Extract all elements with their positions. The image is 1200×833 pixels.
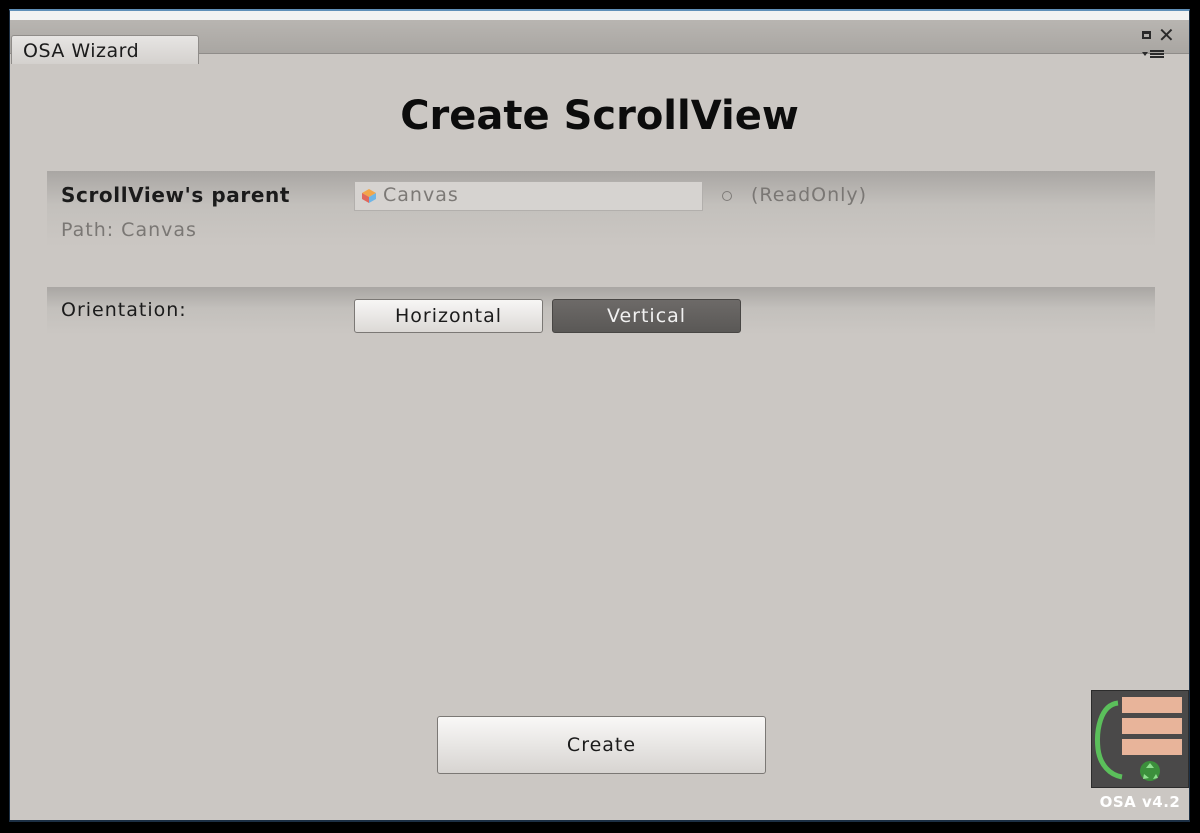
maximize-icon[interactable] <box>1142 31 1151 39</box>
window-menu-icon[interactable] <box>1142 49 1172 59</box>
gameobject-icon <box>362 189 376 203</box>
create-button[interactable]: Create <box>437 716 766 774</box>
osa-logo-icon <box>1091 690 1189 788</box>
parent-label: ScrollView's parent <box>61 183 291 207</box>
orientation-label: Orientation: <box>61 299 187 321</box>
parent-path: Path: Canvas <box>61 219 197 241</box>
orientation-vertical-button[interactable]: Vertical <box>552 299 741 333</box>
orientation-section: Orientation: Horizontal Vertical <box>47 287 1155 335</box>
object-picker-icon[interactable] <box>722 191 732 201</box>
window-controls: ✕ <box>1140 25 1180 61</box>
readonly-note: (ReadOnly) <box>751 184 868 206</box>
page-title: Create ScrollView <box>400 93 799 139</box>
tab-osa-wizard[interactable]: OSA Wizard <box>11 35 199 64</box>
osa-logo-graphic <box>1095 697 1182 781</box>
close-icon[interactable]: ✕ <box>1158 25 1175 45</box>
osa-version-label: OSA v4.2 <box>1099 793 1181 811</box>
orientation-horizontal-button[interactable]: Horizontal <box>354 299 543 333</box>
parent-field-value: Canvas <box>383 184 459 206</box>
parent-section: ScrollView's parent Canvas (ReadOnly) Pa… <box>47 171 1155 247</box>
parent-object-field[interactable]: Canvas <box>354 181 703 211</box>
title-strip <box>10 11 1189 20</box>
osa-wizard-window: OSA Wizard ✕ Create ScrollView ScrollVie… <box>9 9 1190 822</box>
tab-label: OSA Wizard <box>23 40 140 62</box>
